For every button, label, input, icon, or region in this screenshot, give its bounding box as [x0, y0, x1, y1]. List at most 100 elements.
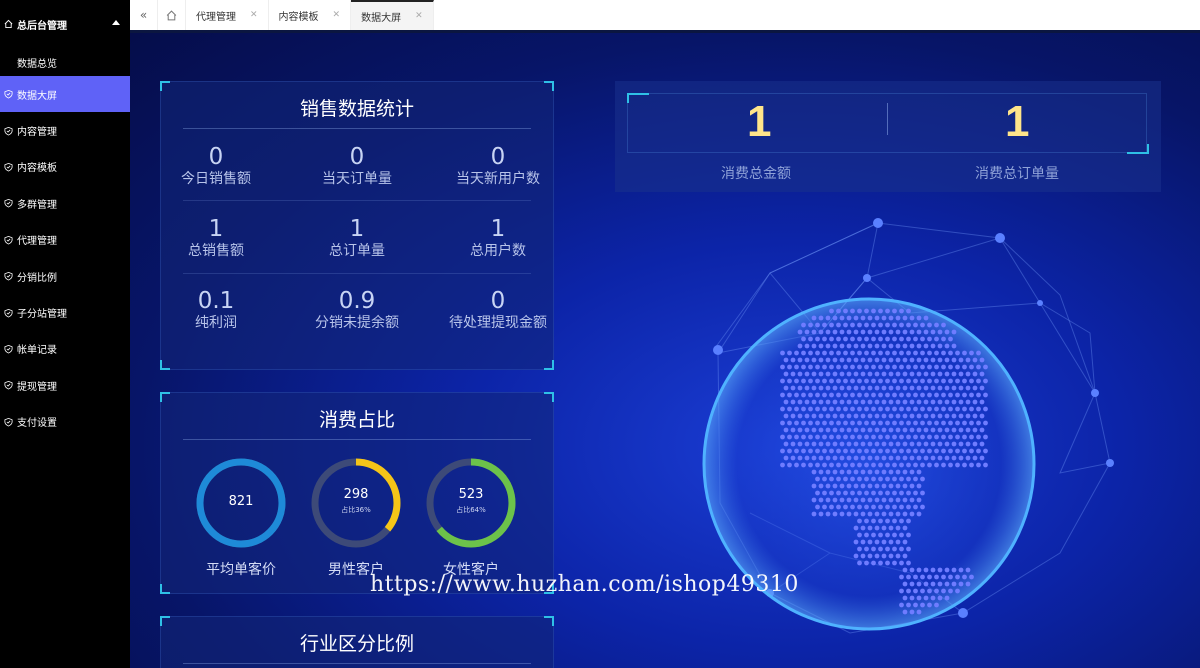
stat-label: 今日销售额 — [181, 171, 251, 187]
shield-check-icon — [4, 198, 13, 208]
stat-label: 纯利润 — [195, 315, 237, 331]
stat-value: 1 — [208, 216, 224, 242]
panel-corner — [1127, 144, 1149, 154]
ratio-ring: 298 占比36% 男性客户 — [301, 457, 411, 579]
shield-check-icon — [4, 162, 13, 172]
total-amount-value: 1 — [747, 97, 772, 146]
stat-label: 待处理提现金额 — [449, 315, 547, 331]
panel-corner — [627, 93, 649, 103]
divider — [183, 273, 531, 274]
sidebar-item-label: 支付设置 — [17, 418, 57, 430]
double-chevron-left-icon: « — [139, 8, 148, 22]
tab-item[interactable]: 内容模板 ✕ — [269, 0, 352, 30]
sidebar-item[interactable]: 支付设置 — [0, 404, 130, 440]
sidebar-header[interactable]: 总后台管理 — [0, 0, 130, 48]
stat-value: 0 — [208, 144, 224, 170]
tab-bar: « 代理管理 ✕ 内容模板 ✕ 数据大屏 ✕ — [130, 0, 1200, 33]
ring-sub: 占比64% — [456, 506, 486, 514]
panel-corner — [160, 360, 170, 370]
sidebar-item-label: 提现管理 — [17, 381, 57, 393]
kpi-divider — [887, 103, 888, 135]
industry-panel-title: 行业区分比例 — [299, 634, 414, 655]
stat-item: 1 总订单量 — [292, 216, 422, 260]
close-icon[interactable]: ✕ — [415, 11, 423, 21]
sidebar-item[interactable]: 内容管理 — [0, 112, 130, 148]
stat-value: 1 — [349, 216, 365, 242]
sidebar-item-overview[interactable]: 数据总览 — [0, 48, 130, 76]
sidebar-item[interactable]: 内容模板 — [0, 149, 130, 185]
sidebar-item-label: 分销比例 — [17, 272, 57, 284]
home-icon — [4, 19, 13, 29]
stat-item: 0 待处理提现金额 — [433, 288, 563, 332]
stat-value: 0 — [349, 144, 365, 170]
stat-value: 1 — [490, 216, 506, 242]
sidebar-menu: 数据大屏 内容管理内容模板多群管理代理管理分销比例子分站管理帐单记录提现管理支付设… — [0, 76, 130, 440]
consume-panel-title: 消费占比 — [318, 410, 395, 431]
sidebar: 总后台管理 数据总览 数据大屏 内容管理内容模板多群管理代理管理分销比例子分站管理… — [0, 0, 130, 668]
panel-corner — [544, 392, 554, 402]
tab-label: 内容模板 — [278, 11, 319, 23]
sidebar-item-label: 多群管理 — [17, 199, 57, 211]
panel-corner — [160, 392, 170, 402]
panel-corner — [544, 360, 554, 370]
close-icon[interactable]: ✕ — [250, 10, 258, 20]
stat-item: 0.1 纯利润 — [151, 288, 281, 332]
caret-up-icon[interactable] — [112, 20, 120, 25]
sales-panel-title: 销售数据统计 — [299, 99, 414, 120]
shield-check-icon — [4, 380, 13, 390]
sidebar-item-label: 数据总览 — [17, 58, 57, 70]
sidebar-item-label: 帐单记录 — [17, 345, 57, 357]
sidebar-header-label: 总后台管理 — [17, 20, 67, 32]
shield-check-icon — [4, 271, 13, 281]
panel-corner — [544, 81, 554, 91]
stat-item: 0 当天新用户数 — [433, 144, 563, 188]
ring-value: 523 — [458, 487, 484, 502]
stat-value: 0.1 — [197, 288, 235, 314]
sidebar-item[interactable]: 子分站管理 — [0, 294, 130, 330]
sidebar-item[interactable]: 多群管理 — [0, 185, 130, 221]
stat-item: 1 总用户数 — [433, 216, 563, 260]
consume-ratio-panel: 消费占比 821 平均单客价 298 占比36% 男性客户 523 占比64% 女性客户 — [160, 392, 554, 594]
shield-check-icon — [4, 344, 13, 354]
close-icon[interactable]: ✕ — [333, 10, 341, 20]
shield-check-icon — [4, 89, 13, 99]
stat-value: 0 — [490, 288, 506, 314]
stat-value: 0 — [490, 144, 506, 170]
shield-check-icon — [4, 126, 13, 136]
stat-item: 0.9 分销未提余额 — [292, 288, 422, 332]
ring-sub: 占比36% — [341, 506, 371, 514]
sales-stats-panel: 销售数据统计 0 今日销售额 0 当天订单量 0 当天新用户数 1 总销售额 1 总订单量 1 总用户… — [160, 81, 554, 370]
sidebar-item[interactable]: 帐单记录 — [0, 331, 130, 367]
panel-corner — [160, 584, 170, 594]
divider — [183, 128, 531, 129]
panel-corner — [544, 616, 554, 626]
stat-item: 1 总销售额 — [151, 216, 281, 260]
stat-label: 分销未提余额 — [315, 315, 399, 331]
divider — [183, 439, 531, 440]
tab-item[interactable]: 代理管理 ✕ — [186, 0, 269, 30]
tab-label: 数据大屏 — [361, 12, 402, 24]
stat-label: 当天新用户数 — [456, 171, 540, 187]
ratio-ring: 821 平均单客价 — [186, 457, 296, 579]
sidebar-item-label: 代理管理 — [17, 236, 57, 248]
sidebar-item[interactable]: 代理管理 — [0, 222, 130, 258]
tab-item[interactable]: 数据大屏 ✕ — [351, 0, 434, 30]
watermark-text: https://www.huzhan.com/ishop49310 — [370, 572, 799, 597]
sidebar-item-label: 内容模板 — [17, 163, 57, 175]
sidebar-item[interactable]: 数据大屏 — [0, 76, 130, 113]
shield-check-icon — [4, 235, 13, 245]
stat-label: 当天订单量 — [322, 171, 392, 187]
stat-item: 0 今日销售额 — [151, 144, 281, 188]
industry-panel: 行业区分比例 — [160, 616, 554, 668]
sidebar-item[interactable]: 分销比例 — [0, 258, 130, 294]
home-tab-button[interactable] — [158, 0, 186, 30]
total-amount-label: 消费总金额 — [721, 166, 791, 182]
home-icon — [166, 9, 177, 20]
stat-item: 0 当天订单量 — [292, 144, 422, 188]
ring-chart — [311, 458, 401, 548]
collapse-sidebar-button[interactable]: « — [130, 0, 158, 30]
ratio-ring: 523 占比64% 女性客户 — [416, 457, 526, 579]
sidebar-item[interactable]: 提现管理 — [0, 367, 130, 403]
ring-label: 平均单客价 — [206, 562, 276, 578]
stat-label: 总销售额 — [188, 243, 244, 259]
